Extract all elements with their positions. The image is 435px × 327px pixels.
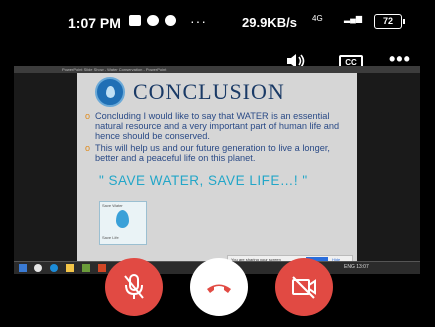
message-icon [129,15,141,26]
water-logo-icon [95,77,125,107]
edge-icon[interactable] [50,264,58,272]
save-water-stamp-image: Save Water Save Life [99,201,147,245]
status-bar: 1:07 PM ··· 29.9KB/s 4G ▂▄▆ 72 [0,0,435,44]
water-drop-icon [116,210,129,228]
stamp-top-text: Save Water [102,203,123,208]
bullet-icon: o [85,111,91,121]
slide-bullet: o Concluding I would like to say that WA… [85,111,353,141]
end-call-icon [207,284,231,293]
camera-toggle-button[interactable] [275,258,333,316]
signal-icon-2: ▂▄▆ [344,14,362,23]
slide-slogan: " SAVE WATER, SAVE LIFE…! " [99,173,308,188]
app-icon[interactable] [82,264,90,272]
mic-off-icon [124,274,144,299]
status-time: 1:07 PM [68,15,121,31]
signal-icon: 4G [312,14,323,23]
stamp-bottom-text: Save Life [102,235,119,240]
end-call-button[interactable] [190,258,248,316]
bullet-text: This will help us and our future generat… [95,143,330,163]
windows-start-icon[interactable] [19,264,27,272]
mute-button[interactable] [105,258,163,316]
presentation-window-title: PowerPoint Slide Show - Water Conservati… [14,66,420,73]
slide-title: CONCLUSION [133,79,285,104]
slide-bullets: o Concluding I would like to say that WA… [85,111,353,165]
network-speed: 29.9KB/s [242,15,297,30]
chat-icon [165,15,176,26]
battery-icon: 72 [374,14,405,29]
slide-bullet: o This will help us and our future gener… [85,143,353,163]
file-explorer-icon[interactable] [66,264,74,272]
bullet-text: Concluding I would like to say that WATE… [95,111,340,141]
presentation-slide: CONCLUSION o Concluding I would like to … [77,73,357,262]
app-notification-icon [147,15,159,26]
shared-screen: PowerPoint Slide Show - Water Conservati… [14,66,420,274]
more-notifications-icon: ··· [190,13,207,29]
video-call-screen: 1:07 PM ··· 29.9KB/s 4G ▂▄▆ 72 CC ••• Po… [0,0,435,327]
system-tray: ENG 13:07 [344,264,369,270]
search-icon[interactable] [34,264,42,272]
camera-off-icon [292,276,316,299]
bullet-icon: o [85,143,91,153]
